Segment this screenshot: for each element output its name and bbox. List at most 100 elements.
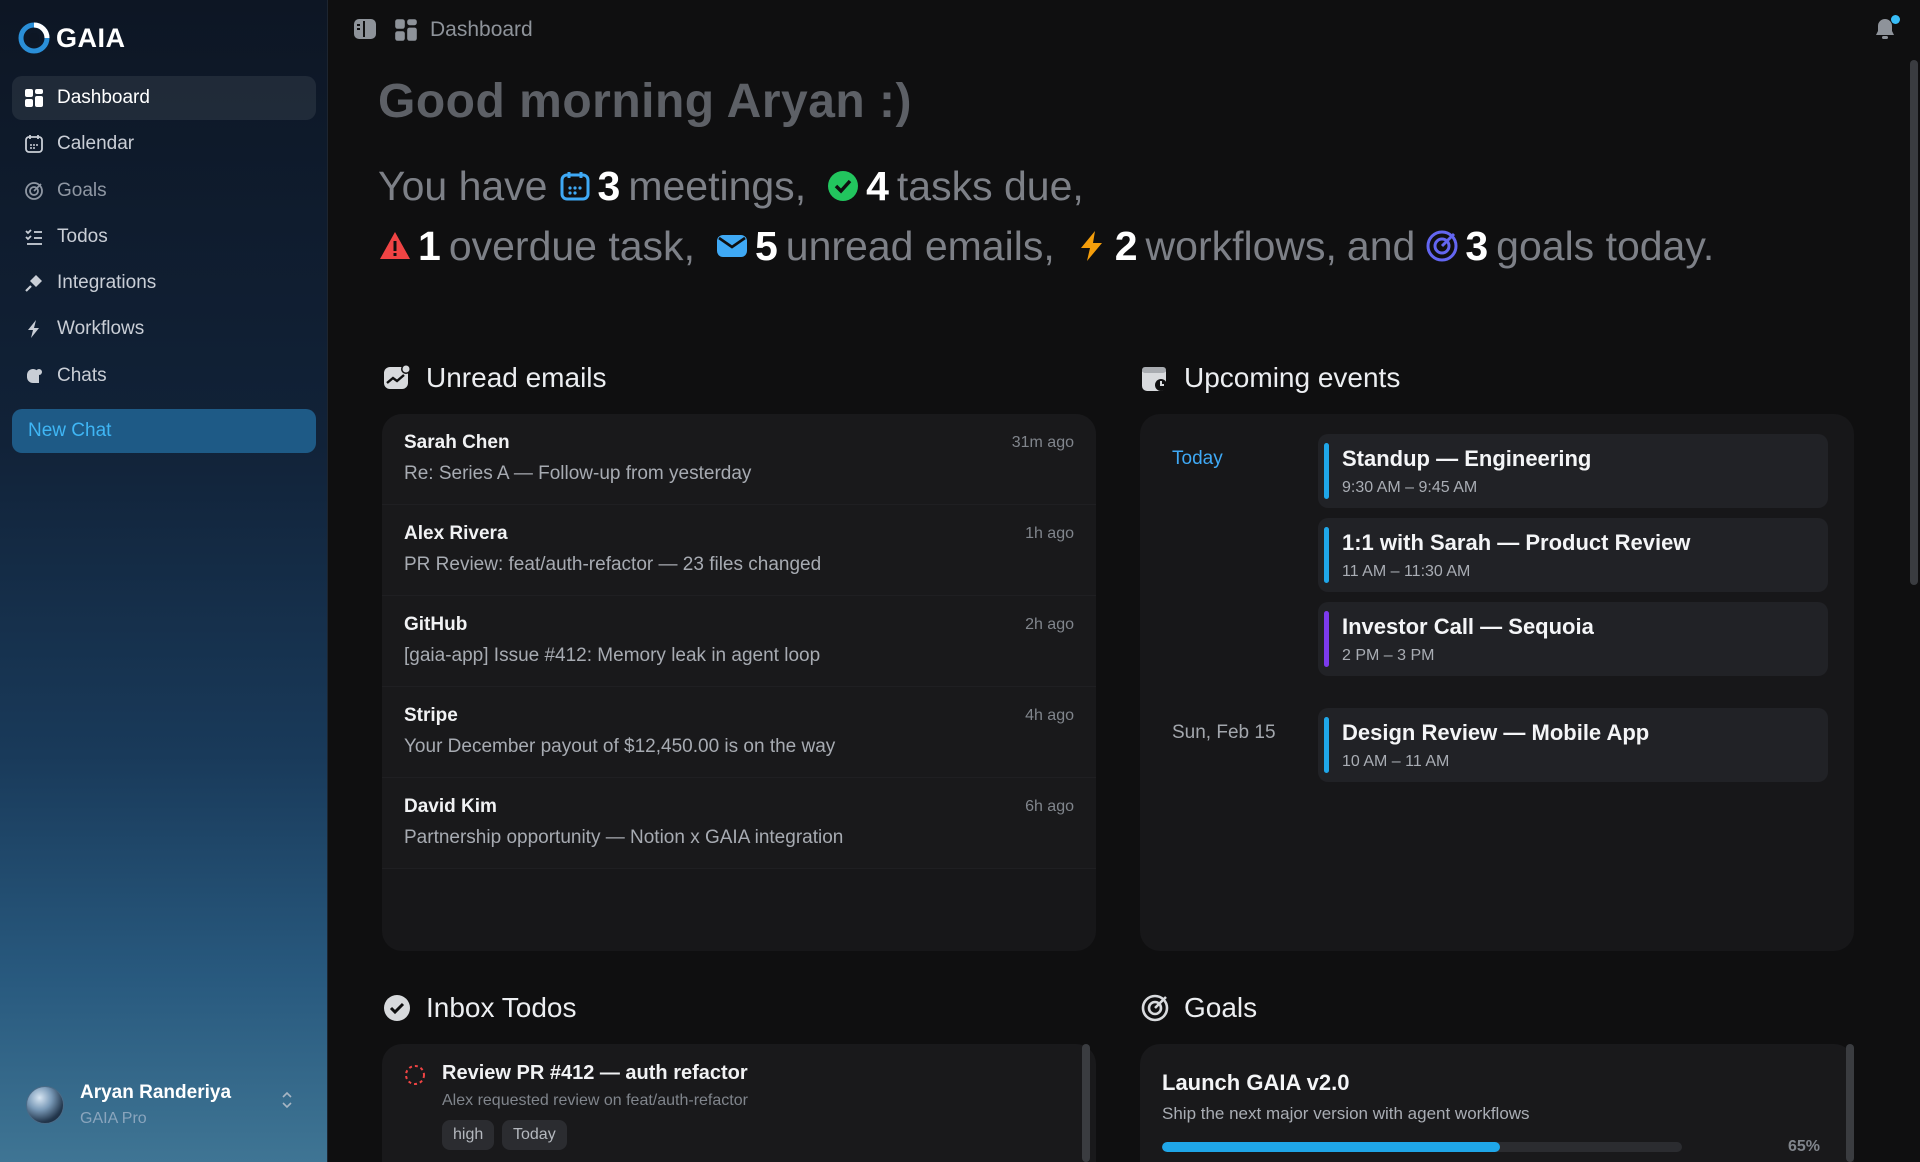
events-section-title: Upcoming events — [1184, 362, 1401, 393]
todos-scrollbar[interactable] — [1082, 1044, 1090, 1162]
email-time: 6h ago — [1025, 798, 1074, 815]
check-circle-icon — [826, 169, 860, 203]
sidebar-item-label: Integrations — [57, 272, 157, 294]
email-sender: Sarah Chen — [404, 432, 510, 453]
target-icon — [1425, 229, 1459, 263]
emails-label: unread emails — [785, 223, 1044, 269]
gaia-logo-icon — [18, 22, 50, 54]
email-row[interactable]: Sarah Chen Re: Series A — Follow-up from… — [382, 414, 1096, 505]
email-sender: Stripe — [404, 705, 458, 726]
event-title: 1:1 with Sarah — Product Review — [1342, 530, 1691, 555]
goals-label: goals today. — [1496, 223, 1715, 269]
goals-section-title: Goals — [1184, 992, 1258, 1023]
todo-description: Alex requested review on feat/auth-refac… — [442, 1092, 748, 1109]
user-menu[interactable]: Aryan Randeriya GAIA Pro — [26, 1082, 292, 1128]
chevron-up-down-icon[interactable] — [280, 1090, 294, 1115]
sidebar-toggle-icon[interactable] — [352, 16, 378, 42]
event-title: Design Review — Mobile App — [1342, 720, 1650, 745]
email-row[interactable]: Stripe Your December payout of $12,450.0… — [382, 687, 1096, 778]
event-time: 11 AM – 11:30 AM — [1342, 563, 1471, 580]
sidebar-item-label: Todos — [57, 225, 108, 247]
breadcrumb: Dashboard — [430, 18, 533, 41]
email-time: 1h ago — [1025, 525, 1074, 542]
email-subject: Re: Series A — Follow-up from yesterday — [404, 463, 752, 484]
workflows-label: workflows — [1145, 223, 1326, 269]
sidebar-item-label: Chats — [57, 364, 107, 386]
notification-dot — [1891, 15, 1900, 24]
summary-prefix: You have — [378, 163, 548, 209]
sidebar-item-goals[interactable]: Goals — [12, 169, 316, 213]
dashboard-icon — [23, 87, 45, 109]
unread-emails-card: Sarah Chen Re: Series A — Follow-up from… — [382, 414, 1096, 951]
email-row[interactable]: GitHub [gaia-app] Issue #412: Memory lea… — [382, 596, 1096, 687]
sidebar-item-todos[interactable]: Todos — [12, 215, 316, 259]
warning-icon — [378, 229, 412, 263]
due-date-tag: Today — [502, 1120, 567, 1150]
user-name: Aryan Randeriya — [80, 1082, 232, 1103]
goals-scrollbar[interactable] — [1846, 1044, 1854, 1162]
event-color-bar — [1324, 527, 1329, 583]
dashboard-icon — [395, 19, 417, 41]
calendar-icon — [558, 169, 592, 203]
goal-description: Ship the next major version with agent w… — [1162, 1104, 1530, 1123]
checklist-icon — [23, 226, 45, 248]
email-row[interactable]: David Kim Partnership opportunity — Noti… — [382, 778, 1096, 869]
event-item[interactable]: Investor Call — Sequoia 2 PM – 3 PM — [1318, 602, 1828, 676]
greeting-title: Good morning Aryan :) — [378, 75, 913, 128]
inbox-todos-card: Review PR #412 — auth refactor Alex requ… — [382, 1044, 1096, 1162]
sidebar-item-workflows[interactable]: Workflows — [12, 307, 316, 351]
summary-line-1: You have 3 meetings, 4 tasks due, — [378, 156, 1714, 216]
email-subject: [gaia-app] Issue #412: Memory leak in ag… — [404, 645, 821, 666]
event-time: 9:30 AM – 9:45 AM — [1342, 479, 1478, 496]
app-name: GAIA — [56, 22, 126, 53]
priority-circle-icon[interactable] — [404, 1064, 426, 1086]
daily-summary: You have 3 meetings, 4 tasks due, 1 over… — [378, 156, 1714, 276]
upcoming-events-card: Today Standup — Engineering 9:30 AM – 9:… — [1140, 414, 1854, 951]
chat-bubbles-icon — [23, 365, 45, 387]
event-day-label: Today — [1172, 448, 1223, 469]
priority-tag: high — [442, 1120, 495, 1150]
overdue-count[interactable]: 1 — [418, 216, 441, 276]
tasks-due-count[interactable]: 4 — [866, 156, 889, 216]
overdue-label: overdue task — [448, 223, 684, 269]
event-item[interactable]: Standup — Engineering 9:30 AM – 9:45 AM — [1318, 434, 1828, 508]
emails-count[interactable]: 5 — [755, 216, 778, 276]
new-chat-button[interactable]: New Chat — [12, 409, 316, 453]
goal-progress-label: 65% — [1787, 1138, 1820, 1155]
email-subject: Your December payout of $12,450.00 is on… — [404, 736, 836, 757]
sidebar-item-dashboard[interactable]: Dashboard — [12, 76, 316, 120]
goal-progress-fill — [1162, 1142, 1500, 1152]
goal-title: Launch GAIA v2.0 — [1162, 1070, 1350, 1095]
event-title: Standup — Engineering — [1342, 446, 1592, 471]
goal-progress-bar — [1162, 1142, 1682, 1152]
event-item[interactable]: 1:1 with Sarah — Product Review 11 AM – … — [1318, 518, 1828, 592]
event-time: 10 AM – 11 AM — [1342, 753, 1450, 770]
goals-count[interactable]: 3 — [1465, 216, 1488, 276]
sidebar-item-calendar[interactable]: Calendar — [12, 122, 316, 166]
sidebar-item-integrations[interactable]: Integrations — [12, 261, 316, 305]
workflows-count[interactable]: 2 — [1115, 216, 1138, 276]
main-scrollbar[interactable] — [1910, 60, 1918, 585]
sidebar-item-label: Dashboard — [57, 87, 150, 108]
sidebar-item-label: Workflows — [57, 318, 145, 340]
email-time: 2h ago — [1025, 616, 1074, 633]
event-time: 2 PM – 3 PM — [1342, 647, 1435, 664]
email-subject: Partnership opportunity — Notion x GAIA … — [404, 827, 844, 848]
target-icon — [23, 180, 45, 202]
email-sender: David Kim — [404, 796, 497, 817]
top-bar: Dashboard — [328, 0, 1920, 60]
mail-badge-icon — [384, 364, 411, 389]
email-time: 31m ago — [1011, 434, 1074, 451]
emails-section-title: Unread emails — [426, 362, 607, 393]
todos-section-header: Inbox Todos — [382, 992, 577, 1024]
and-label: and — [1346, 223, 1416, 269]
bolt-icon — [1075, 229, 1109, 263]
todos-section-title: Inbox Todos — [426, 992, 577, 1023]
email-row[interactable]: Alex Rivera PR Review: feat/auth-refacto… — [382, 505, 1096, 596]
events-section-header: Upcoming events — [1140, 362, 1400, 394]
meetings-count[interactable]: 3 — [598, 156, 621, 216]
sidebar-item-chats[interactable]: Chats — [12, 354, 316, 398]
event-item[interactable]: Design Review — Mobile App 10 AM – 11 AM — [1318, 708, 1828, 782]
app-logo[interactable]: GAIA — [18, 22, 126, 54]
calendar-icon — [23, 133, 45, 155]
